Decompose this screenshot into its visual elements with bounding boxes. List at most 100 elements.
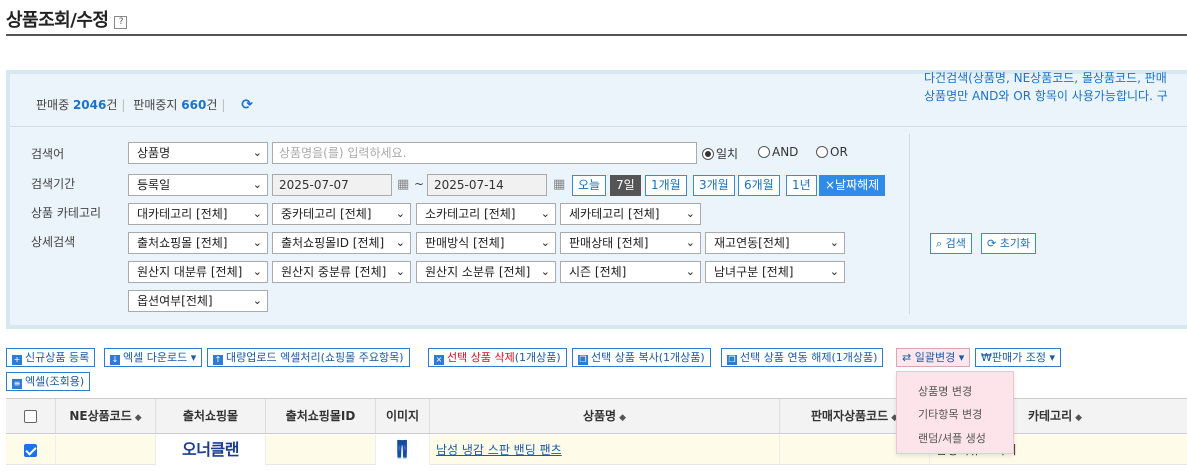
date-separator: ~ (414, 177, 425, 191)
gender-select[interactable]: 남녀구분 [전체] ⌄ (705, 261, 845, 283)
row-select-cell (6, 435, 56, 465)
stopped-count[interactable]: 660 (181, 98, 206, 112)
unlink-selected-button[interactable]: ❐ 선택 상품 연동 해제(1개상품) (721, 348, 884, 367)
chevron-down-icon: ⌄ (829, 265, 839, 278)
product-counts: 판매중 2046건 | 판매중지 660건 | ⟳ (36, 97, 253, 113)
bulk-change-menu: 상품명 변경 기타항목 변경 랜덤/셔플 생성 (896, 371, 1014, 454)
product-name-link[interactable]: 남성 냉감 스판 밴딩 팬츠 (436, 443, 562, 457)
sales-method-select[interactable]: 판매방식 [전체] ⌄ (416, 232, 556, 254)
delete-selected-button[interactable]: × 선택 상품 삭제(1개상품) (428, 348, 567, 367)
category-small-select[interactable]: 소카테고리 [전체] ⌄ (416, 203, 556, 225)
period-field-select[interactable]: 등록일 ⌄ (128, 174, 268, 196)
row-product-name[interactable]: 남성 냉감 스판 밴딩 팬츠 (430, 435, 780, 465)
menu-item-random-shuffle[interactable]: 랜덤/셔플 생성 (918, 430, 986, 446)
period-today-button[interactable]: 오늘 (572, 175, 607, 196)
help-icon[interactable]: ? (114, 16, 128, 29)
season-select[interactable]: 시즌 [전체] ⌄ (560, 261, 701, 283)
category-large-select[interactable]: 대카테고리 [전체] ⌄ (128, 203, 268, 225)
origin-medium-select[interactable]: 원산지 중분류 [전체] ⌄ (272, 261, 411, 283)
category-medium-select[interactable]: 중카테고리 [전체] ⌄ (272, 203, 411, 225)
page-title-text: 상품조회/수정 (6, 10, 109, 31)
row-checkbox[interactable] (24, 444, 37, 457)
period-1year-button[interactable]: 1년 (786, 175, 817, 196)
source-mall-id-select[interactable]: 출처쇼핑몰ID [전체] ⌄ (272, 232, 411, 254)
th-image: 이미지 (376, 399, 430, 433)
file-icon: ≡ (12, 379, 22, 389)
copy-selected-button[interactable]: ❐ 선택 상품 복사(1개상품) (572, 348, 711, 367)
clear-dates-button[interactable]: ×날짜해제 (819, 175, 886, 196)
source-mall-select[interactable]: 출처쇼핑몰 [전체] ⌄ (128, 232, 268, 254)
search-button[interactable]: ⌕ 검색 (930, 233, 972, 254)
select-all-cell (6, 399, 56, 433)
th-product-name[interactable]: 상품명 ◆ (430, 399, 780, 433)
chevron-down-icon: ⌄ (685, 265, 695, 278)
category-detail-select[interactable]: 세카테고리 [전체] ⌄ (560, 203, 701, 225)
chevron-down-icon: ⌄ (685, 236, 695, 249)
match-or-radio[interactable]: OR (816, 145, 848, 159)
bulk-change-button[interactable]: ⇄ 일괄변경 ▾ (896, 348, 971, 367)
match-exact-radio[interactable]: 일치 (702, 145, 738, 162)
row-source-mall: 오너클랜 (156, 435, 266, 465)
row-ne-code (56, 435, 156, 465)
chevron-down-icon: ⌄ (395, 265, 405, 278)
title-divider (6, 34, 1187, 36)
plus-icon: + (12, 355, 22, 365)
page-title: 상품조회/수정? (6, 6, 128, 32)
won-icon: ₩ (981, 351, 992, 364)
menu-item-rename[interactable]: 상품명 변경 (918, 383, 972, 399)
bulk-upload-button[interactable]: ↑ 대량업로드 엑셀처리(쇼핑몰 주요항목) (207, 348, 410, 367)
swap-icon: ⇄ (902, 351, 915, 364)
chevron-down-icon: ⌄ (540, 265, 550, 278)
origin-large-select[interactable]: 원산지 대분류 [전체] ⌄ (128, 261, 268, 283)
menu-item-other-fields[interactable]: 기타항목 변경 (918, 406, 982, 422)
refresh-icon[interactable]: ⟳ (241, 97, 253, 113)
period-6months-button[interactable]: 6개월 (738, 175, 780, 196)
stock-sync-select[interactable]: 재고연동[전체] ⌄ (705, 232, 845, 254)
origin-small-select[interactable]: 원산지 소분류 [전체] ⌄ (416, 261, 556, 283)
period-field-value: 등록일 (137, 178, 171, 192)
calendar-icon[interactable]: ▦ (553, 177, 565, 192)
chevron-down-icon: ⌄ (252, 146, 262, 159)
excel-view-button[interactable]: ≡ 엑셀(조회용) (6, 372, 91, 391)
chevron-down-icon: ⌄ (829, 236, 839, 249)
th-source-mall: 출처쇼핑몰 (156, 399, 266, 433)
on-sale-count[interactable]: 2046 (73, 98, 106, 112)
copy-icon: ❐ (578, 355, 588, 365)
date-to-input[interactable]: 2025-07-14 (427, 174, 547, 196)
chevron-down-icon: ⌄ (540, 236, 550, 249)
clothing-thumbnail-icon: 👖 (391, 440, 414, 460)
row-source-mall-id (266, 435, 376, 465)
trash-icon: × (434, 355, 444, 365)
match-and-radio[interactable]: AND (758, 145, 798, 159)
period-label: 검색기간 (31, 177, 76, 191)
keyword-label: 검색어 (31, 147, 65, 161)
search-icon: ⌕ (936, 237, 946, 250)
mall-logo: 오너클랜 (182, 440, 239, 459)
reset-button[interactable]: ⟳ 초기화 (981, 233, 1037, 254)
download-icon: ↓ (110, 355, 120, 365)
th-ne-code[interactable]: NE상품코드 ◆ (56, 399, 156, 433)
excel-download-button[interactable]: ↓ 엑셀 다운로드 ▾ (104, 348, 203, 367)
sort-icon: ◆ (1075, 413, 1083, 423)
row-image[interactable]: 👖 (376, 435, 430, 465)
period-7days-button[interactable]: 7일 (610, 175, 641, 196)
date-from-input[interactable]: 2025-07-07 (272, 174, 392, 196)
keyword-field-select[interactable]: 상품명 ⌄ (128, 142, 268, 164)
sort-icon: ◆ (134, 413, 142, 423)
new-product-button[interactable]: + 신규상품 등록 (6, 348, 96, 367)
upload-icon: ↑ (213, 355, 223, 365)
select-all-checkbox[interactable] (24, 410, 37, 423)
keyword-input[interactable]: 상품명을(를) 입력하세요. (272, 142, 697, 164)
category-label: 상품 카테고리 (31, 206, 102, 220)
option-select[interactable]: 옵션여부[전체] ⌄ (128, 290, 268, 312)
chevron-down-icon: ⌄ (252, 294, 262, 307)
period-1month-button[interactable]: 1개월 (645, 175, 687, 196)
chevron-down-icon: ⌄ (252, 207, 262, 220)
price-adjust-button[interactable]: ₩판매가 조정 ▾ (975, 348, 1062, 367)
sales-status-select[interactable]: 판매상태 [전체] ⌄ (560, 232, 701, 254)
chevron-down-icon: ⌄ (252, 178, 262, 191)
calendar-icon[interactable]: ▦ (397, 177, 409, 192)
on-sale-label: 판매중 (36, 98, 70, 112)
period-3months-button[interactable]: 3개월 (693, 175, 735, 196)
panel-vertical-divider (909, 134, 910, 314)
